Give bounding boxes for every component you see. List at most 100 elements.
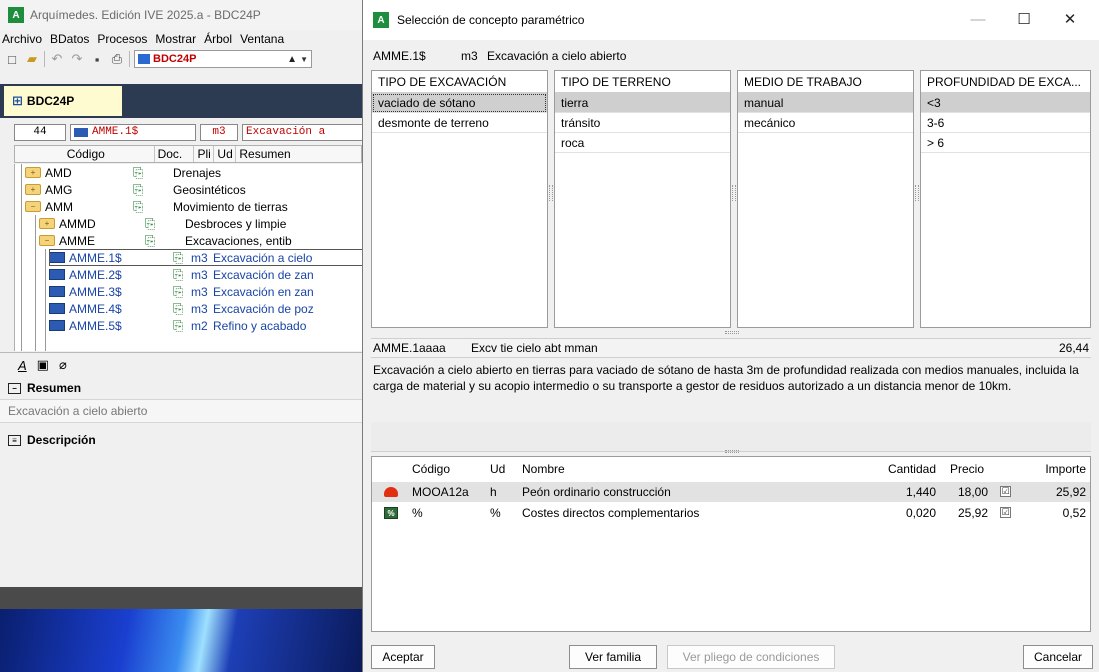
- helmet-icon: [384, 487, 398, 497]
- tree-row[interactable]: AMME.2$ ⎘ m3 Excavación de zan: [49, 266, 314, 283]
- concept-icon: [49, 269, 65, 280]
- print-icon[interactable]: ⎙: [109, 51, 125, 67]
- open-folder-icon[interactable]: ▰: [24, 51, 40, 67]
- tree-row-code: AMM: [45, 199, 73, 214]
- row-splitter[interactable]: [725, 450, 739, 453]
- result-description: Excavación a cielo abierto en tierras pa…: [373, 363, 1079, 393]
- row-checkbox[interactable]: ☑: [1000, 486, 1011, 497]
- param-option[interactable]: vaciado de sótano: [372, 93, 547, 113]
- count-field[interactable]: 44: [14, 123, 66, 141]
- minimize-icon[interactable]: —: [963, 8, 993, 30]
- col-ud[interactable]: Ud: [214, 146, 237, 162]
- accept-button[interactable]: Aceptar: [371, 645, 435, 669]
- tree-row[interactable]: AMME.3$ ⎘ m3 Excavación en zan: [49, 283, 314, 300]
- column-splitter[interactable]: [732, 185, 736, 201]
- descripcion-section-header[interactable]: ≡ Descripción: [0, 429, 362, 451]
- decomposition-row[interactable]: % % % Costes directos complementarios 0,…: [372, 503, 1090, 523]
- close-icon[interactable]: ✕: [1055, 8, 1085, 30]
- document-icon: ⎘: [173, 317, 184, 333]
- param-option[interactable]: mecánico: [738, 113, 913, 133]
- concept-unit: m3: [461, 49, 478, 63]
- database-select-value: BDC24P: [153, 53, 197, 65]
- new-file-icon[interactable]: □: [4, 51, 20, 67]
- tree-structure-icon: ⊞: [12, 93, 23, 108]
- attachment-icon[interactable]: ⌀: [59, 357, 67, 373]
- col-codigo[interactable]: Código: [15, 146, 155, 162]
- tree-line: [35, 215, 36, 351]
- decomposition-table: Código Ud Nombre Cantidad Precio Importe…: [371, 456, 1091, 632]
- dialog-titlebar: A Selección de concepto paramétrico — ☐ …: [363, 0, 1099, 40]
- row-quantity: 0,020: [905, 506, 936, 520]
- row-ud: h: [490, 485, 497, 499]
- resumen-section-header[interactable]: − Resumen: [0, 377, 362, 399]
- maximize-icon[interactable]: ☐: [1009, 8, 1039, 30]
- redo-icon[interactable]: ↷: [69, 51, 85, 67]
- image-icon[interactable]: ▣: [37, 357, 49, 373]
- database-select[interactable]: BDC24P ▲ ▼: [134, 50, 312, 68]
- document-tab-label: BDC24P: [26, 94, 75, 108]
- tree-row[interactable]: − AMME ⎘ Excavaciones, entib: [39, 232, 292, 249]
- document-icon: ⎘: [145, 232, 156, 248]
- tree-row-selected[interactable]: AMME.1$ ⎘ m3 Excavación a cielo: [49, 249, 363, 266]
- text-format-icon[interactable]: A: [18, 358, 27, 373]
- tree-row-code: AMME: [59, 233, 95, 248]
- tree-row-summary: Excavación a cielo: [213, 250, 313, 265]
- param-option[interactable]: desmonte de terreno: [372, 113, 547, 133]
- tree-row-summary: Desbroces y limpie: [185, 216, 287, 231]
- tree-row-ud: m3: [191, 250, 208, 265]
- tree-row[interactable]: AMME.4$ ⎘ m3 Excavación de poz: [49, 300, 314, 317]
- detail-toolbar: A ▣ ⌀: [0, 353, 362, 377]
- undo-icon[interactable]: ↶: [49, 51, 65, 67]
- menu-archivo[interactable]: Archivo: [2, 32, 42, 46]
- tree-row-ud: m3: [191, 301, 208, 316]
- menu-mostrar[interactable]: Mostrar: [155, 32, 196, 46]
- tree-row[interactable]: + AMG ⎘ Geosintéticos: [25, 181, 246, 198]
- view-family-button[interactable]: Ver familia: [569, 645, 657, 669]
- main-titlebar: A Arquímedes. Edición IVE 2025.a - BDC24…: [0, 0, 362, 30]
- row-code: %: [412, 506, 423, 520]
- save-icon[interactable]: ▪: [89, 51, 105, 67]
- tree-row-code: AMME.5$: [69, 318, 122, 333]
- document-icon: ⎘: [173, 249, 184, 265]
- menu-procesos[interactable]: Procesos: [97, 32, 147, 46]
- tree-row[interactable]: AMME.5$ ⎘ m2 Refino y acabado: [49, 317, 306, 334]
- tree-row-summary: Drenajes: [173, 165, 222, 180]
- document-icon: ⎘: [173, 266, 184, 282]
- row-checkbox[interactable]: ☑: [1000, 507, 1011, 518]
- param-option[interactable]: manual: [738, 93, 913, 113]
- document-icon: ⎘: [133, 164, 144, 180]
- concept-icon: [74, 127, 88, 137]
- param-option[interactable]: <3: [921, 93, 1090, 113]
- param-option[interactable]: 3-6: [921, 113, 1090, 133]
- view-conditions-button[interactable]: Ver pliego de condiciones: [667, 645, 835, 669]
- summary-field[interactable]: Excavación a: [242, 123, 362, 141]
- param-option[interactable]: tierra: [555, 93, 730, 113]
- parametric-concept-dialog: A Selección de concepto paramétrico — ☐ …: [362, 0, 1099, 672]
- code-field[interactable]: AMME.1$: [70, 123, 196, 141]
- col-doc[interactable]: Doc.: [155, 146, 195, 162]
- menu-arbol[interactable]: Árbol: [204, 32, 232, 46]
- tree-row-code: AMME.1$: [69, 250, 122, 265]
- column-splitter[interactable]: [549, 185, 553, 201]
- menu-ventana[interactable]: Ventana: [240, 32, 284, 46]
- tree-row[interactable]: + AMMD ⎘ Desbroces y limpie: [39, 215, 286, 232]
- resumen-text[interactable]: Excavación a cielo abierto: [0, 399, 362, 423]
- cancel-button[interactable]: Cancelar: [1023, 645, 1093, 669]
- percent-icon: %: [384, 507, 398, 519]
- column-splitter[interactable]: [915, 185, 919, 201]
- menu-bdatos[interactable]: BDatos: [50, 32, 89, 46]
- param-option[interactable]: tránsito: [555, 113, 730, 133]
- tree-row[interactable]: + AMD ⎘ Drenajes: [25, 164, 221, 181]
- document-tab[interactable]: ⊞ BDC24P: [4, 86, 122, 116]
- col-pli[interactable]: Pli: [194, 146, 215, 162]
- row-quantity: 1,440: [905, 485, 936, 499]
- row-splitter[interactable]: [725, 331, 739, 334]
- tree-row[interactable]: − AMM ⎘ Movimiento de tierras: [25, 198, 288, 215]
- col-resumen[interactable]: Resumen: [236, 146, 361, 162]
- decomposition-row[interactable]: MOOA12a h Peón ordinario construcción 1,…: [372, 482, 1090, 502]
- unit-field[interactable]: m3: [200, 123, 238, 141]
- param-option[interactable]: > 6: [921, 133, 1090, 153]
- tree-row-summary: Excavación de zan: [213, 267, 314, 282]
- row-code: MOOA12a: [412, 485, 469, 499]
- param-option[interactable]: roca: [555, 133, 730, 153]
